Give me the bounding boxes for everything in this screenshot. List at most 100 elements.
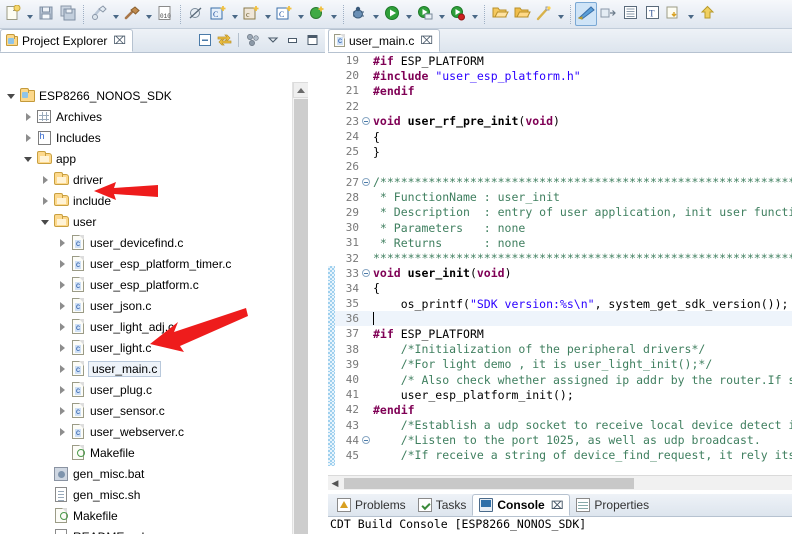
tree-item-user-json-c[interactable]: user_json.c — [0, 295, 308, 316]
focus-task-icon[interactable] — [244, 31, 261, 48]
tree-item-gen-misc-sh[interactable]: gen_misc.sh — [0, 484, 308, 505]
chevron-right-icon[interactable] — [38, 169, 52, 190]
save-button[interactable] — [35, 2, 57, 26]
code-line[interactable]: 31 * Returns : none — [328, 235, 792, 250]
code-line[interactable]: 40 /* Also check whether assigned ip add… — [328, 371, 792, 388]
skip-breakpoints-button[interactable] — [185, 2, 207, 26]
run-dropdown-arrow[interactable] — [403, 2, 414, 26]
build-all-button[interactable] — [88, 2, 110, 26]
tree-item-user[interactable]: user — [0, 211, 308, 232]
editor-horizontal-scrollbar[interactable]: ◀ — [328, 475, 792, 490]
code-line[interactable]: 39 /*For light demo , it is user_light_i… — [328, 356, 792, 372]
scrollbar-thumb[interactable] — [344, 477, 634, 489]
chevron-right-icon[interactable] — [21, 127, 35, 148]
restore-dropdown-arrow[interactable] — [685, 2, 696, 26]
fold-collapse-icon[interactable] — [361, 269, 371, 278]
external-tools-dropdown-arrow[interactable] — [436, 2, 447, 26]
code-line[interactable]: 36 — [328, 311, 792, 327]
code-line[interactable]: 22 — [328, 99, 792, 114]
tree-item-user-esp-platform-timer-c[interactable]: user_esp_platform_timer.c — [0, 253, 308, 274]
code-line[interactable]: 41 user_esp_platform_init(); — [328, 387, 792, 403]
new-c-class-dropdown-arrow[interactable] — [229, 2, 240, 26]
tree-item-user-light-adj-c[interactable]: user_light_adj.c — [0, 316, 308, 337]
code-line[interactable]: 38 /*Initialization of the peripheral dr… — [328, 341, 792, 357]
chevron-right-icon[interactable] — [55, 295, 69, 316]
new-wizard-dropdown-arrow[interactable] — [24, 2, 35, 26]
chevron-right-icon[interactable] — [21, 106, 35, 127]
scroll-up-icon[interactable] — [293, 82, 309, 98]
code-line[interactable]: 33 void user_init(void) — [328, 265, 792, 281]
project-tree[interactable]: ESP8266_NONOS_SDK Archives Includes app driv… — [0, 82, 308, 534]
new-wizard-button[interactable] — [2, 2, 24, 26]
explorer-vertical-scrollbar[interactable] — [292, 82, 309, 534]
chevron-right-icon[interactable] — [55, 379, 69, 400]
show-whitespace-button[interactable]: T — [641, 2, 663, 26]
fold-collapse-icon[interactable] — [361, 436, 371, 445]
code-line[interactable]: 37 #if ESP_PLATFORM — [328, 326, 792, 342]
search-button[interactable] — [533, 2, 555, 26]
code-line[interactable]: 34 { — [328, 280, 792, 296]
explorer-editor-splitter[interactable] — [308, 53, 325, 534]
new-c-source-dropdown-arrow[interactable] — [262, 2, 273, 26]
tree-item-user-main-c[interactable]: user_main.c — [0, 358, 308, 379]
code-line[interactable]: 46 user_devicefind_init(); — [328, 463, 792, 466]
code-line[interactable]: 28 * FunctionName : user_init — [328, 190, 792, 205]
profile-button[interactable] — [447, 2, 469, 26]
chevron-right-icon[interactable] — [55, 253, 69, 274]
code-line[interactable]: 25} — [328, 144, 792, 159]
code-line[interactable]: 42 #endif — [328, 402, 792, 418]
new-c-project-button[interactable]: C — [273, 2, 295, 26]
code-line[interactable]: 26 — [328, 159, 792, 174]
tree-item-user-esp-platform-c[interactable]: user_esp_platform.c — [0, 274, 308, 295]
code-editor[interactable]: 19 #if ESP_PLATFORM 20 #include "user_esp_p… — [328, 53, 792, 466]
tree-item-app[interactable]: app — [0, 148, 308, 169]
close-icon[interactable]: ⌧ — [420, 35, 433, 46]
chevron-down-icon[interactable] — [4, 85, 18, 106]
outline-view-button[interactable] — [619, 2, 641, 26]
build-button[interactable] — [121, 2, 143, 26]
tab-console[interactable]: Console ⌧ — [472, 494, 571, 516]
chevron-right-icon[interactable] — [55, 400, 69, 421]
fold-collapse-icon[interactable] — [361, 117, 371, 126]
restore-button[interactable] — [663, 2, 685, 26]
tab-properties[interactable]: Properties — [570, 494, 655, 516]
code-line[interactable]: 23 void user_rf_pre_init(void) — [328, 114, 792, 129]
tree-item-makefile[interactable]: Makefile — [0, 505, 308, 526]
code-line[interactable]: 20 #include "user_esp_platform.h" — [328, 68, 792, 83]
upload-button[interactable] — [696, 2, 718, 26]
run-button[interactable] — [381, 2, 403, 26]
debug-dropdown-arrow[interactable] — [370, 2, 381, 26]
open-folder-button[interactable] — [489, 2, 511, 26]
code-line[interactable]: 29 * Description : entry of user applica… — [328, 205, 792, 220]
tree-item-esp8266-nonos-sdk[interactable]: ESP8266_NONOS_SDK — [0, 85, 308, 106]
minimize-icon[interactable] — [284, 31, 301, 48]
scroll-left-icon[interactable]: ◀ — [328, 476, 342, 490]
tree-item-archives[interactable]: Archives — [0, 106, 308, 127]
tree-item-include[interactable]: include — [0, 190, 308, 211]
tree-item-user-plug-c[interactable]: user_plug.c — [0, 379, 308, 400]
tree-item-gen-misc-bat[interactable]: gen_misc.bat — [0, 463, 308, 484]
new-c-class-button[interactable]: C — [207, 2, 229, 26]
next-annotation-button[interactable] — [597, 2, 619, 26]
tree-item-user-light-c[interactable]: user_light.c — [0, 337, 308, 358]
tree-item-driver[interactable]: driver — [0, 169, 308, 190]
tree-item-user-webserver-c[interactable]: user_webserver.c — [0, 421, 308, 442]
tree-item-user-sensor-c[interactable]: user_sensor.c — [0, 400, 308, 421]
chevron-right-icon[interactable] — [38, 190, 52, 211]
new-element-dropdown-arrow[interactable] — [328, 2, 339, 26]
collapse-all-icon[interactable] — [196, 31, 213, 48]
close-icon[interactable]: ⌧ — [551, 500, 564, 511]
code-line[interactable]: 27 /*************************************… — [328, 175, 792, 190]
open-perspective-button[interactable] — [575, 2, 597, 26]
link-editor-icon[interactable] — [216, 31, 233, 48]
chevron-right-icon[interactable] — [55, 358, 69, 379]
tab-problems[interactable]: Problems — [331, 494, 412, 516]
code-line[interactable]: 35 os_printf("SDK version:%s\n", system_… — [328, 296, 792, 312]
chevron-down-icon[interactable] — [38, 211, 52, 232]
close-icon[interactable]: ⌧ — [113, 35, 126, 46]
code-line[interactable]: 30 * Parameters : none — [328, 220, 792, 235]
tab-project-explorer[interactable]: Project Explorer ⌧ — [0, 29, 134, 52]
code-line[interactable]: 21 #endif — [328, 83, 792, 98]
chevron-right-icon[interactable] — [55, 421, 69, 442]
external-tools-button[interactable] — [414, 2, 436, 26]
